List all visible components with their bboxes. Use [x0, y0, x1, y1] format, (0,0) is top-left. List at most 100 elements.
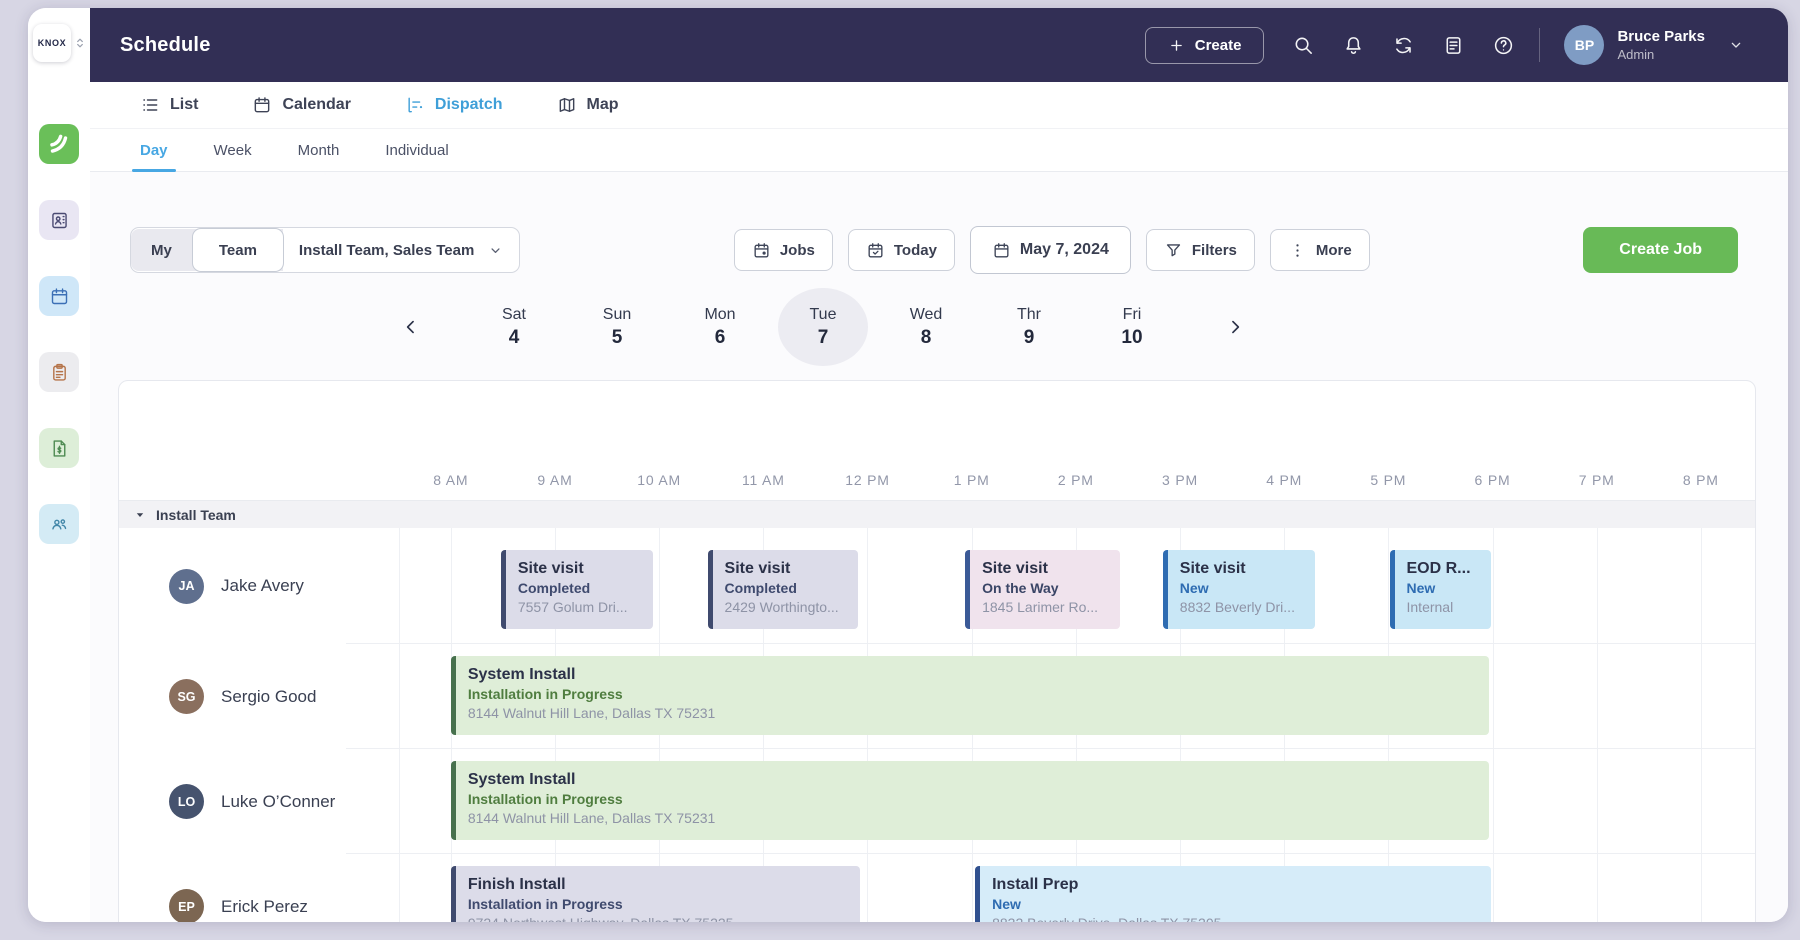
may-7-2024-button[interactable]: May 7, 2024 — [970, 226, 1131, 274]
tab-label: Dispatch — [435, 96, 503, 114]
job-status: Completed — [518, 579, 641, 598]
jobs-button[interactable]: Jobs — [734, 229, 833, 271]
toggle-option-team[interactable]: Team — [192, 228, 284, 272]
controls-row: MyTeam Install Team, Sales Team Jobs Toda… — [90, 226, 1788, 274]
job-card[interactable]: EOD R...NewInternal — [1390, 550, 1492, 629]
job-card[interactable]: Install PrepNew8832 Beverly Drive, Dalla… — [975, 866, 1491, 922]
plus-icon — [1168, 37, 1185, 54]
subtab-week[interactable]: Week — [214, 142, 252, 171]
subtab-individual[interactable]: Individual — [385, 142, 448, 171]
technician-cell: LOLuke O’Conner — [119, 749, 346, 854]
day-date: 4 — [509, 327, 520, 349]
technician-row: EPErick PerezFinish InstallInstallation … — [119, 854, 1755, 922]
prev-week-button[interactable] — [392, 308, 430, 346]
job-card[interactable]: Site visitCompleted2429 Worthingto... — [708, 550, 859, 629]
day-of-week: Tue — [810, 306, 837, 324]
team-filter-dropdown[interactable]: Install Team, Sales Team — [283, 242, 519, 259]
toggle-option-my[interactable]: My — [131, 229, 192, 271]
tab-label: Calendar — [282, 96, 350, 114]
job-card[interactable]: Site visitCompleted7557 Golum Dri... — [501, 550, 653, 629]
job-card[interactable]: System InstallInstallation in Progress81… — [451, 761, 1490, 840]
day-wed-8[interactable]: Wed8 — [881, 288, 971, 366]
tab-map[interactable]: Map — [557, 95, 619, 115]
tab-dispatch[interactable]: Dispatch — [405, 95, 503, 115]
screen: KNOX Schedule Create BP Bruce Parks Admi… — [0, 0, 1800, 940]
button-label: May 7, 2024 — [1020, 241, 1109, 259]
job-card[interactable]: System InstallInstallation in Progress81… — [451, 656, 1490, 735]
workspace-switcher[interactable]: KNOX — [33, 24, 87, 62]
sync-icon-button[interactable] — [1392, 34, 1415, 57]
user-text: Bruce Parks Admin — [1617, 28, 1705, 62]
technician-name: Erick Perez — [221, 897, 308, 917]
search-icon-button[interactable] — [1292, 34, 1315, 57]
job-title: Site visit — [725, 559, 847, 579]
day-mon-6[interactable]: Mon6 — [675, 288, 765, 366]
sidebar-nav — [28, 124, 90, 544]
subtab-day[interactable]: Day — [140, 142, 168, 171]
avatar: BP — [1564, 25, 1604, 65]
create-button-label: Create — [1195, 37, 1242, 54]
user-menu[interactable]: BP Bruce Parks Admin — [1564, 25, 1744, 65]
calendar-dot-icon — [752, 241, 771, 260]
job-title: Site visit — [982, 559, 1108, 579]
sidebar-item-contacts[interactable] — [39, 200, 79, 240]
job-detail: 2429 Worthingto... — [725, 598, 847, 617]
button-label: More — [1316, 242, 1352, 259]
day-fri-10[interactable]: Fri10 — [1087, 288, 1177, 366]
job-card[interactable]: Finish InstallInstallation in Progress97… — [451, 866, 860, 922]
notes-icon-button[interactable] — [1442, 34, 1465, 57]
create-button[interactable]: Create — [1145, 27, 1265, 64]
schedule-lane: Site visitCompleted7557 Golum Dri...Site… — [346, 528, 1755, 644]
help-icon-button[interactable] — [1492, 34, 1515, 57]
filters-button[interactable]: Filters — [1146, 229, 1255, 271]
technician-avatar: LO — [169, 784, 204, 819]
collapse-triangle-icon[interactable] — [133, 508, 147, 522]
day-of-week: Thr — [1017, 306, 1041, 324]
job-card[interactable]: Site visitNew8832 Beverly Dri... — [1163, 550, 1315, 629]
sidebar-item-teams[interactable] — [39, 504, 79, 544]
day-tue-7[interactable]: Tue7 — [778, 288, 868, 366]
app-window: KNOX Schedule Create BP Bruce Parks Admi… — [28, 8, 1788, 922]
workspace-chevrons-icon[interactable] — [73, 36, 87, 50]
more-button[interactable]: More — [1270, 229, 1370, 271]
today-button[interactable]: Today — [848, 229, 955, 271]
scope-control: MyTeam Install Team, Sales Team — [130, 227, 520, 273]
sidebar-item-brand[interactable] — [39, 124, 79, 164]
next-week-button[interactable] — [1216, 308, 1254, 346]
sidebar-item-invoices[interactable] — [39, 428, 79, 468]
create-job-button[interactable]: Create Job — [1583, 227, 1738, 273]
day-thr-9[interactable]: Thr9 — [984, 288, 1074, 366]
job-status: New — [992, 895, 1479, 914]
sidebar: KNOX — [28, 8, 90, 922]
sidebar-item-tasks[interactable] — [39, 352, 79, 392]
topbar: Schedule Create BP Bruce Parks Admin — [90, 8, 1788, 82]
technician-cell: JAJake Avery — [119, 528, 346, 644]
job-title: Site visit — [518, 559, 641, 579]
day-date: 6 — [715, 327, 726, 349]
user-name: Bruce Parks — [1617, 28, 1705, 45]
calendar-check-icon — [866, 241, 885, 260]
technician-row: SGSergio GoodSystem InstallInstallation … — [119, 644, 1755, 749]
chevron-down-icon[interactable] — [1728, 37, 1744, 53]
day-date: 10 — [1121, 327, 1142, 349]
user-role: Admin — [1617, 47, 1705, 62]
sidebar-item-schedule[interactable] — [39, 276, 79, 316]
tab-calendar[interactable]: Calendar — [252, 95, 350, 115]
bell-icon-button[interactable] — [1342, 34, 1365, 57]
subtab-month[interactable]: Month — [298, 142, 340, 171]
day-sun-5[interactable]: Sun5 — [572, 288, 662, 366]
hour-label: 5 PM — [1370, 472, 1406, 488]
job-card[interactable]: Site visitOn the Way1845 Larimer Ro... — [965, 550, 1120, 629]
schedule-lane: System InstallInstallation in Progress81… — [346, 644, 1755, 749]
clipboard-icon — [49, 362, 70, 383]
job-status: New — [1180, 579, 1303, 598]
funnel-icon — [1164, 241, 1183, 260]
schedule-lane: Finish InstallInstallation in Progress97… — [346, 854, 1755, 922]
day-sat-4[interactable]: Sat4 — [469, 288, 559, 366]
group-header[interactable]: Install Team — [119, 500, 1755, 528]
map-icon — [557, 95, 577, 115]
people-icon — [49, 514, 70, 535]
tab-list[interactable]: List — [140, 95, 198, 115]
job-detail: 8144 Walnut Hill Lane, Dallas TX 75231 — [468, 704, 1478, 723]
my-team-toggle: MyTeam — [131, 229, 283, 271]
